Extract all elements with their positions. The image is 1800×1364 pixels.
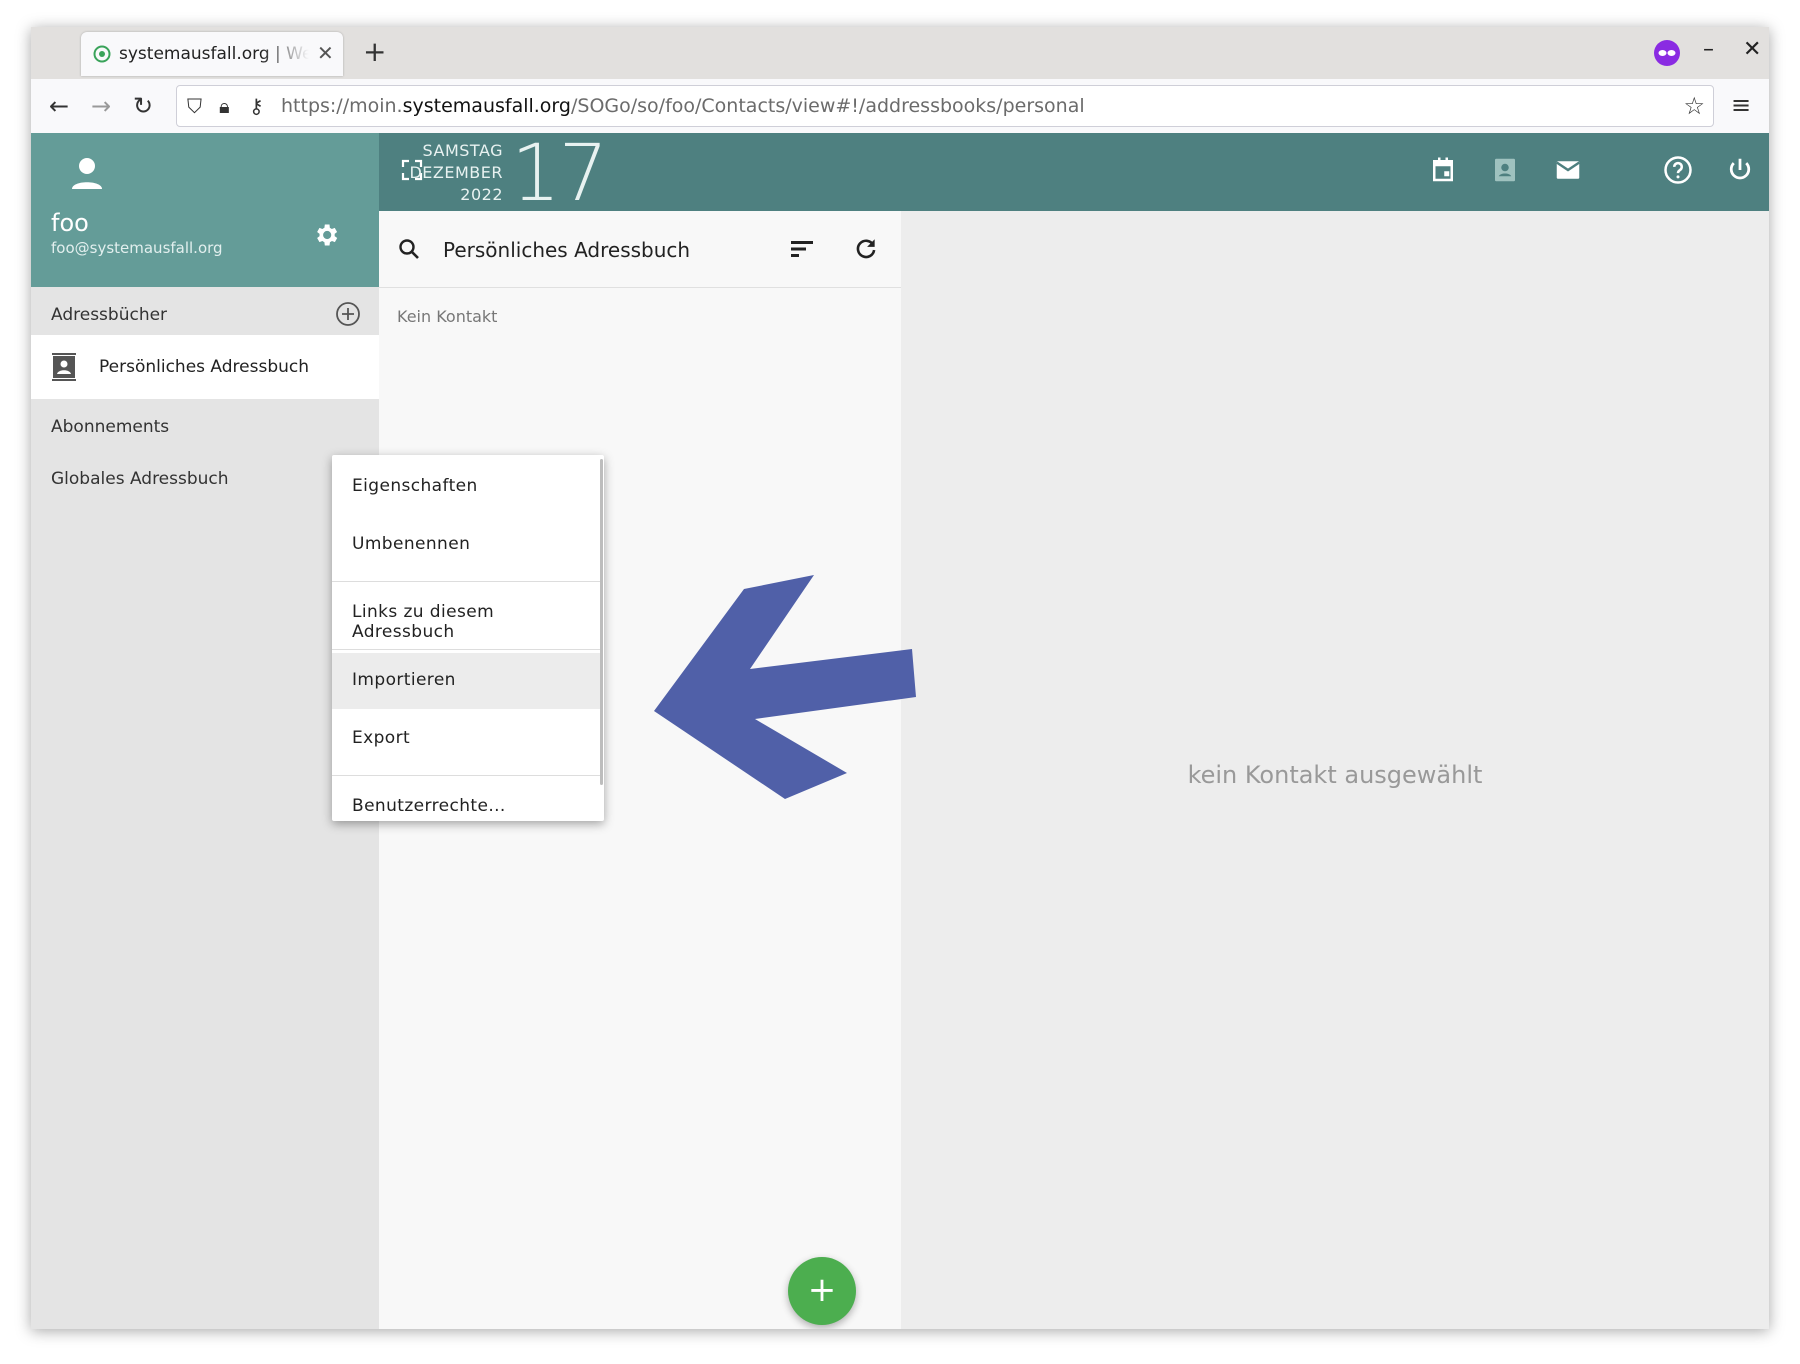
contact-detail-pane: kein Kontakt ausgewählt (901, 211, 1769, 1329)
mail-icon[interactable] (1553, 155, 1583, 185)
menu-item-properties[interactable]: Eigenschaften (332, 459, 600, 515)
refresh-icon[interactable] (853, 236, 879, 262)
navigation-toolbar: ← → ↻ ⛉ 🔒︎ ⚷ https://moin.systemausfall.… (31, 79, 1769, 134)
user-email: foo@systemausfall.org (51, 239, 223, 257)
sidebar-item-global-addressbook[interactable]: Globales Adressbuch (51, 469, 229, 489)
user-name: foo (51, 209, 89, 237)
sort-icon[interactable] (789, 238, 815, 260)
browser-menu-icon[interactable]: ≡ (1731, 91, 1751, 119)
settings-gear-icon[interactable] (312, 221, 340, 249)
url-bar[interactable]: ⛉ 🔒︎ ⚷ https://moin.systemausfall.org/SO… (176, 85, 1714, 127)
annotation-arrow-icon (654, 575, 916, 799)
reload-icon[interactable]: ↻ (133, 92, 153, 120)
logout-power-icon[interactable] (1725, 155, 1755, 185)
no-contact-selected-text: kein Kontakt ausgewählt (1187, 761, 1483, 789)
forward-icon[interactable]: → (91, 92, 111, 120)
menu-item-links[interactable]: Links zu diesem Adressbuch (332, 585, 600, 642)
bookmark-star-icon[interactable]: ☆ (1683, 92, 1705, 120)
menu-item-export[interactable]: Export (332, 711, 600, 767)
browser-window: systemausfall.org | Webmail ✕ + – ✕ ← → … (31, 27, 1769, 1329)
minimize-icon[interactable]: – (1703, 37, 1714, 62)
addressbook-icon (52, 353, 76, 381)
sidebar-item-label: Persönliches Adressbuch (99, 357, 310, 377)
menu-divider (332, 649, 600, 650)
menu-item-rename[interactable]: Umbenennen (332, 517, 600, 573)
add-contact-button[interactable]: + (788, 1257, 856, 1325)
addressbook-context-menu: Eigenschaften Umbenennen Links zu diesem… (332, 455, 604, 821)
empty-list-text: Kein Kontakt (397, 307, 498, 326)
search-icon[interactable] (397, 237, 421, 261)
date-day: 17 (511, 129, 608, 219)
menu-divider (332, 775, 600, 776)
help-icon[interactable] (1663, 155, 1693, 185)
contacts-icon[interactable] (1490, 155, 1520, 185)
menu-scrollbar[interactable] (600, 459, 603, 785)
add-addressbook-icon[interactable] (335, 301, 361, 327)
lock-icon[interactable]: 🔒︎ (219, 94, 230, 118)
menu-divider (332, 581, 600, 582)
sogo-app: SAMSTAG DEZEMBER 2022 17 foo foo@systema… (31, 129, 1769, 1329)
user-panel: foo foo@systemausfall.org (31, 133, 379, 287)
user-avatar-icon (72, 158, 102, 189)
shield-icon[interactable]: ⛉ (187, 94, 202, 118)
sidebar-item-subscriptions[interactable]: Abonnements (51, 417, 169, 437)
private-browsing-icon (1654, 40, 1680, 66)
sidebar-item-personal-addressbook[interactable]: Persönliches Adressbuch (31, 335, 379, 399)
date-weekday: SAMSTAG (422, 141, 503, 160)
list-title: Persönliches Adressbuch (443, 238, 691, 262)
tab-close-icon[interactable]: ✕ (317, 41, 334, 65)
key-icon[interactable]: ⚷ (249, 94, 264, 118)
date-month: DEZEMBER (409, 163, 503, 182)
window-close-icon[interactable]: ✕ (1743, 37, 1761, 62)
browser-tab[interactable]: systemausfall.org | Webmail ✕ (81, 32, 343, 76)
calendar-icon[interactable] (1428, 155, 1458, 185)
tab-bar: systemausfall.org | Webmail ✕ + – ✕ (31, 27, 1769, 79)
addressbooks-heading: Adressbücher (51, 305, 168, 325)
new-tab-icon[interactable]: + (363, 35, 386, 68)
menu-item-import[interactable]: Importieren (332, 653, 600, 709)
url-text: https://moin.systemausfall.org/SOGo/so/f… (281, 95, 1085, 117)
site-favicon-icon (93, 45, 111, 63)
sidebar: Adressbücher Persönliches Adressbuch Abo… (31, 287, 379, 1329)
back-icon[interactable]: ← (49, 92, 69, 120)
menu-item-permissions[interactable]: Benutzerrechte... (332, 779, 600, 821)
date-year: 2022 (460, 185, 503, 204)
list-toolbar: Persönliches Adressbuch (379, 211, 901, 288)
